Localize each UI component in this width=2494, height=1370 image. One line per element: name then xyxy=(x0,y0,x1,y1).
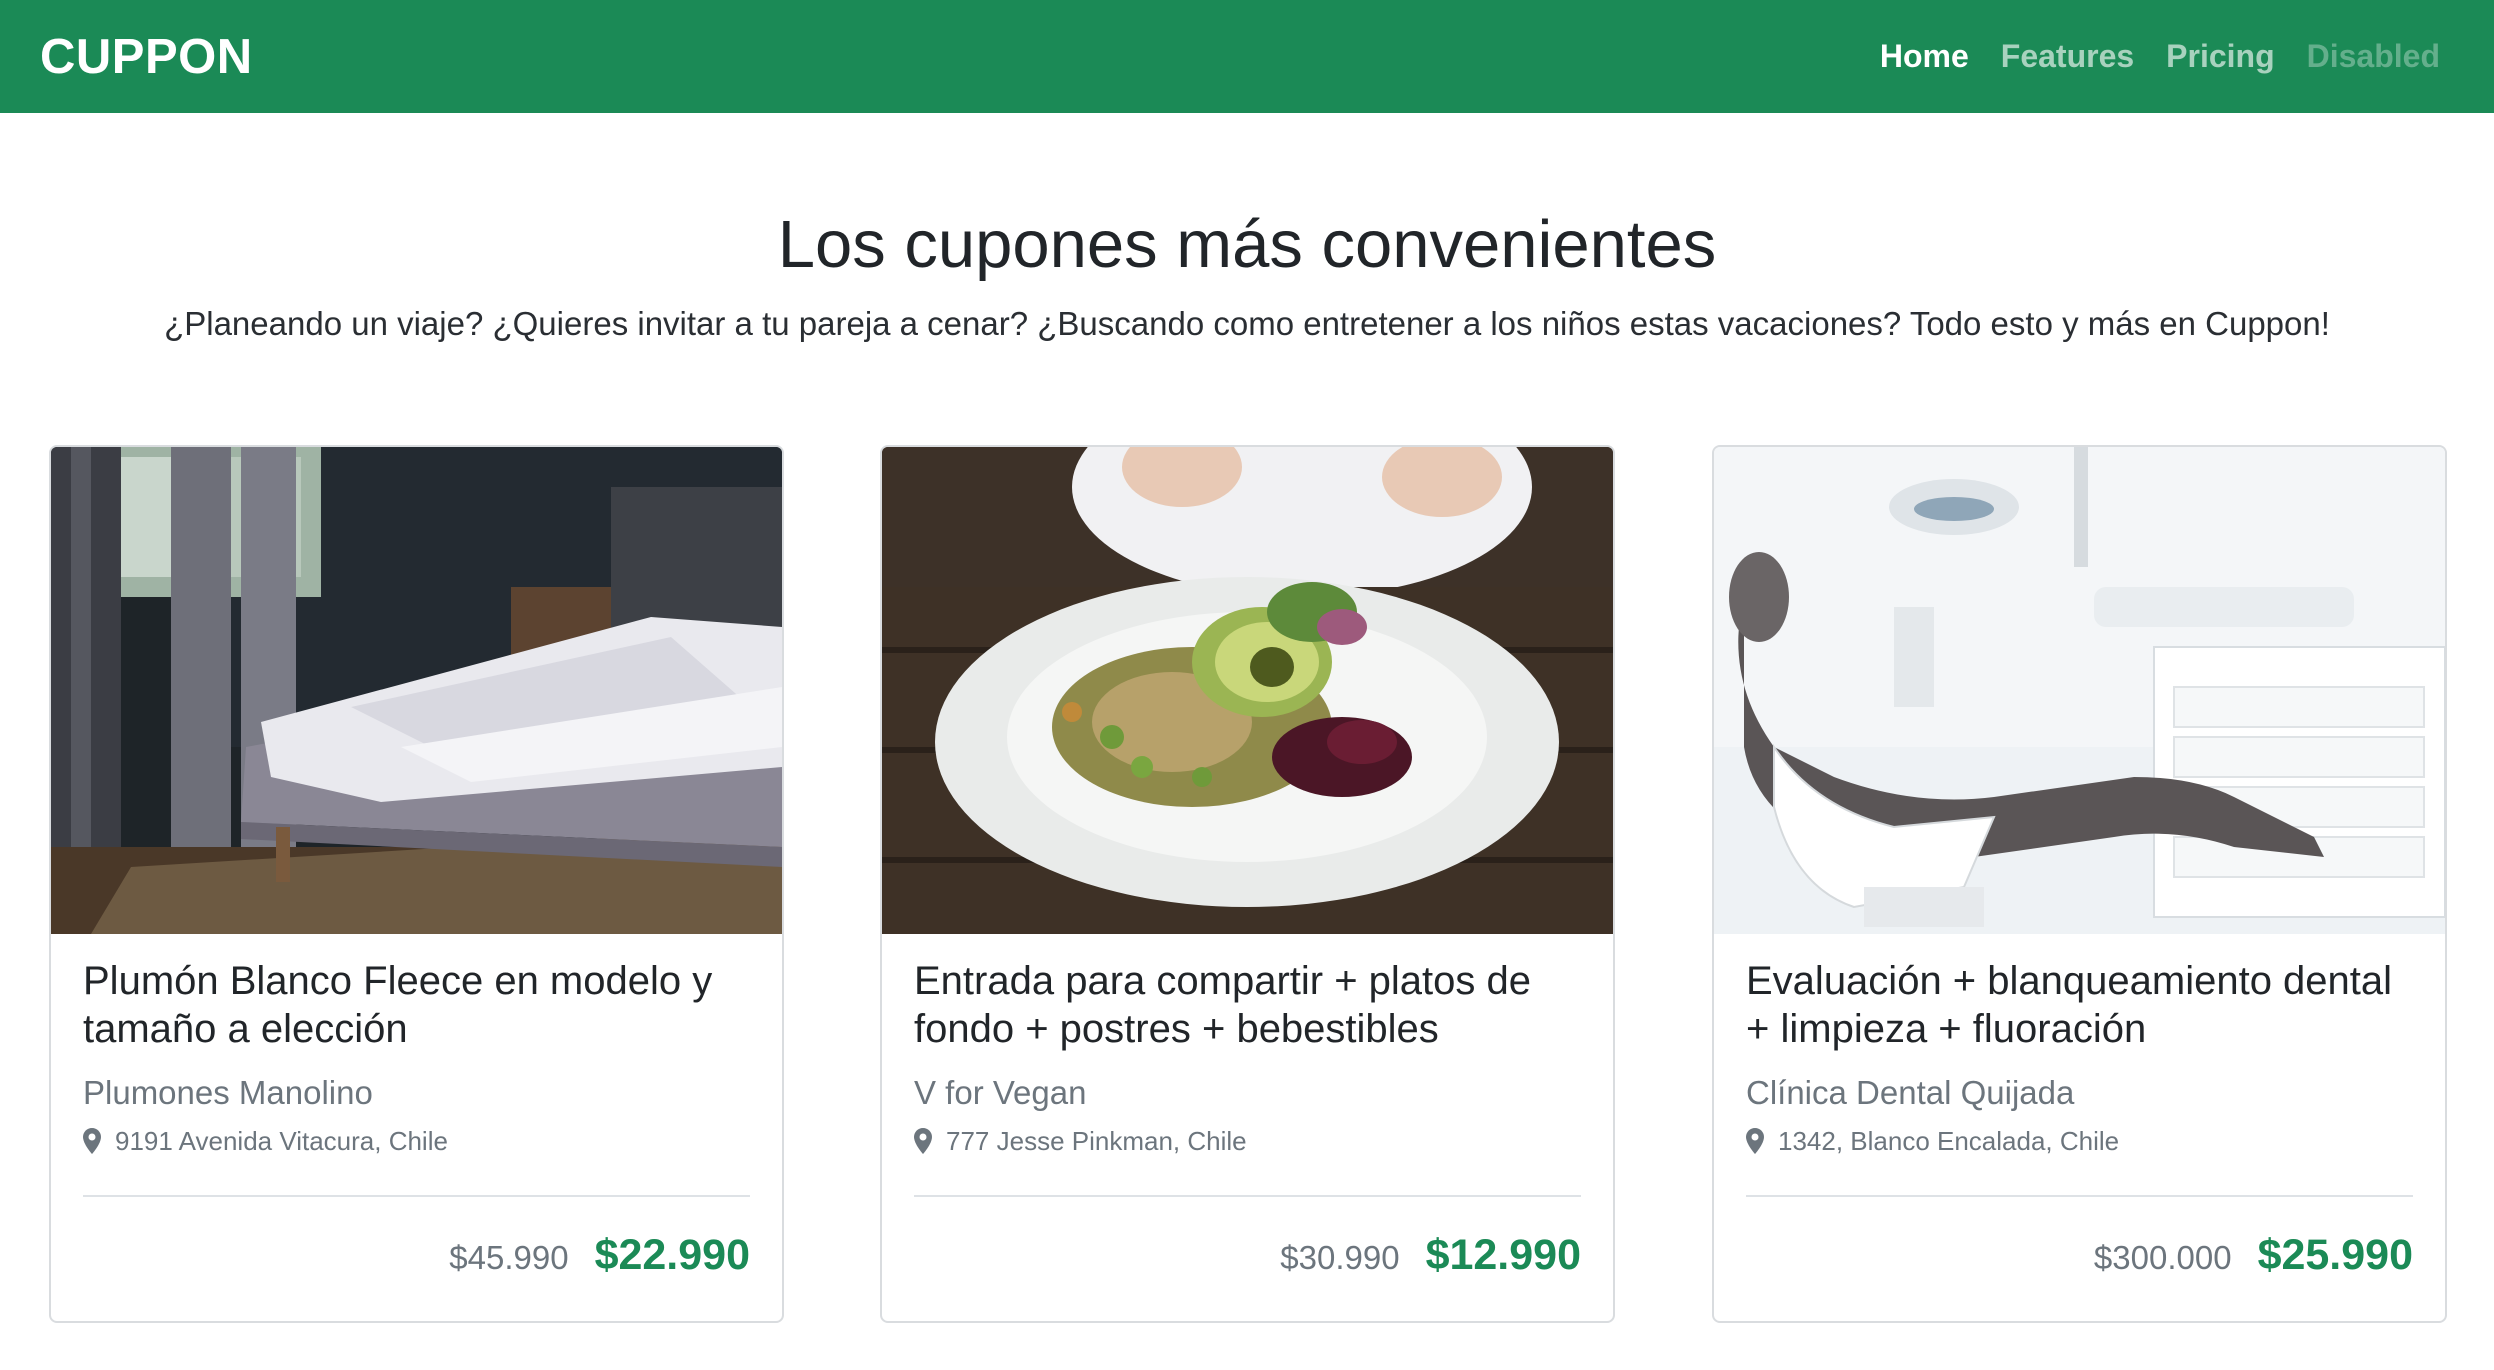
vendor-location: 1342, Blanco Encalada, Chile xyxy=(1746,1125,2413,1157)
nav-disabled-link: Disabled xyxy=(2306,38,2440,74)
brand-logo[interactable]: CUPPON xyxy=(40,29,253,85)
nav-features-link[interactable]: Features xyxy=(2001,38,2134,75)
location-text: 777 Jesse Pinkman, Chile xyxy=(946,1126,1247,1156)
coupon-card[interactable]: Plumón Blanco Fleece en modelo y tamaño … xyxy=(49,445,784,1323)
nav-home-link[interactable]: Home xyxy=(1880,38,1969,75)
card-divider xyxy=(914,1195,1581,1197)
page-subtitle: ¿Planeando un viaje? ¿Quieres invitar a … xyxy=(164,305,2330,342)
map-pin-icon xyxy=(914,1128,932,1154)
price-row: $300.000 $25.990 xyxy=(2094,1231,2413,1280)
price-row: $30.990 $12.990 xyxy=(1280,1231,1581,1280)
card-divider xyxy=(83,1195,750,1197)
dental-chair-photo xyxy=(1714,447,2445,934)
top-navbar: CUPPON Home Features Pricing Disabled xyxy=(0,0,2494,113)
original-price: $30.990 xyxy=(1280,1239,1400,1276)
map-pin-icon xyxy=(83,1128,101,1154)
card-divider xyxy=(1746,1195,2413,1197)
card-body: Plumón Blanco Fleece en modelo y tamaño … xyxy=(83,957,750,1157)
discount-price: $22.990 xyxy=(594,1231,750,1279)
discount-price: $12.990 xyxy=(1425,1231,1581,1279)
coupon-title[interactable]: Entrada para compartir + platos de fondo… xyxy=(914,957,1581,1053)
vendor-name: Clínica Dental Quijada xyxy=(1746,1074,2075,1111)
coupon-title[interactable]: Evaluación + blanqueamiento dental + lim… xyxy=(1746,957,2413,1053)
coupon-card[interactable]: Evaluación + blanqueamiento dental + lim… xyxy=(1712,445,2447,1323)
original-price: $45.990 xyxy=(449,1239,569,1276)
vendor-name: V for Vegan xyxy=(914,1074,1087,1111)
page-title: Los cupones más convenientes xyxy=(777,207,1717,282)
coupon-card[interactable]: Entrada para compartir + platos de fondo… xyxy=(880,445,1615,1323)
location-text: 9191 Avenida Vitacura, Chile xyxy=(115,1126,448,1156)
card-body: Evaluación + blanqueamiento dental + lim… xyxy=(1746,957,2413,1157)
price-row: $45.990 $22.990 xyxy=(449,1231,750,1280)
discount-price: $25.990 xyxy=(2257,1231,2413,1279)
nav-links: Home Features Pricing Disabled xyxy=(1880,38,2440,75)
card-body: Entrada para compartir + platos de fondo… xyxy=(914,957,1581,1157)
vendor-location: 9191 Avenida Vitacura, Chile xyxy=(83,1125,750,1157)
location-text: 1342, Blanco Encalada, Chile xyxy=(1778,1126,2120,1156)
salad-plate-photo xyxy=(882,447,1613,934)
original-price: $300.000 xyxy=(2093,1239,2232,1276)
coupon-title[interactable]: Plumón Blanco Fleece en modelo y tamaño … xyxy=(83,957,750,1053)
vendor-location: 777 Jesse Pinkman, Chile xyxy=(914,1125,1581,1157)
vendor-name: Plumones Manolino xyxy=(83,1074,373,1111)
bedroom-photo xyxy=(51,447,782,934)
nav-pricing-link[interactable]: Pricing xyxy=(2166,38,2274,75)
map-pin-icon xyxy=(1746,1128,1764,1154)
